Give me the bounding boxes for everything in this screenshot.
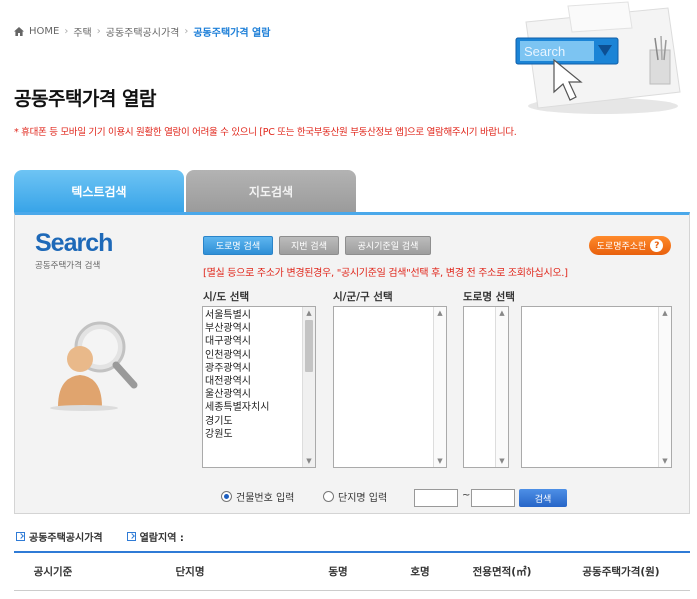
sido-option[interactable]: 서울특별시 <box>205 309 315 322</box>
column-area: 전용면적(㎡) <box>452 552 552 591</box>
road-initial-scrollbar[interactable]: ▲ ▼ <box>495 307 508 467</box>
building-number-radio-label: 건물번호 입력 <box>236 493 295 504</box>
home-icon[interactable] <box>14 27 24 36</box>
road-name-scrollbar[interactable]: ▲ ▼ <box>658 307 671 467</box>
region-info: 열람지역 : <box>126 529 184 544</box>
road-name-select[interactable]: ▲ ▼ <box>521 306 672 468</box>
column-base-date: 공시기준 <box>14 552 92 591</box>
search-panel: Search 공동주택가격 검색 도로명 검색 지번 검색 공시기준일 검색 도… <box>14 212 690 514</box>
building-number-sub-input[interactable] <box>471 489 515 507</box>
scroll-up-icon[interactable]: ▲ <box>496 307 508 319</box>
sigungu-scrollbar[interactable]: ▲ ▼ <box>433 307 446 467</box>
page-title: 공동주택가격 열람 <box>14 88 156 110</box>
tab-text-search[interactable]: 텍스트검색 <box>14 170 184 212</box>
radio-checked-icon[interactable] <box>221 491 232 502</box>
scroll-thumb[interactable] <box>305 320 313 372</box>
sido-option[interactable]: 부산광역시 <box>205 322 315 335</box>
breadcrumb: HOME › 주택 › 공동주택공시가격 › 공동주택가격 열람 <box>14 24 270 39</box>
tab-map-search[interactable]: 지도검색 <box>186 170 356 212</box>
help-icon: ? <box>650 239 664 252</box>
table-header-row: 공시기준 단지명 동명 호명 전용면적(㎡) 공동주택가격(원) <box>14 552 690 591</box>
range-separator: ~ <box>462 490 471 501</box>
lot-number-search-button[interactable]: 지번 검색 <box>279 236 339 255</box>
scroll-up-icon[interactable]: ▲ <box>303 307 315 319</box>
region-label: 열람지역 : <box>139 533 184 544</box>
road-initial-select[interactable]: ▲ ▼ <box>463 306 509 468</box>
sido-scrollbar[interactable]: ▲ ▼ <box>302 307 315 467</box>
building-number-main-input[interactable] <box>414 489 458 507</box>
complex-name-radio[interactable]: 단지명 입력 <box>323 489 387 504</box>
chevron-right-icon: › <box>96 26 101 37</box>
sido-option[interactable]: 인천광역시 <box>205 349 315 362</box>
building-number-radio[interactable]: 건물번호 입력 <box>221 489 294 504</box>
sido-select[interactable]: 서울특별시 부산광역시 대구광역시 인천광역시 광주광역시 대전광역시 울산광역… <box>202 306 316 468</box>
search-button[interactable]: 검색 <box>519 489 567 507</box>
scroll-down-icon[interactable]: ▼ <box>303 455 315 467</box>
sido-option[interactable]: 대전광역시 <box>205 375 315 388</box>
sido-option[interactable]: 광주광역시 <box>205 362 315 375</box>
complex-name-radio-label: 단지명 입력 <box>338 493 388 504</box>
sido-label: 시/도 선택 <box>203 291 250 303</box>
search-logo-word: Search <box>35 229 113 257</box>
sido-option[interactable]: 대구광역시 <box>205 335 315 348</box>
column-price: 공동주택가격(원) <box>552 552 690 591</box>
scroll-up-icon[interactable]: ▲ <box>434 307 446 319</box>
sido-option[interactable]: 강원도 <box>205 428 315 441</box>
radio-unchecked-icon[interactable] <box>323 491 334 502</box>
sido-option[interactable]: 세종특별자치시 <box>205 401 315 414</box>
search-tabs: 텍스트검색 지도검색 <box>14 170 690 212</box>
column-building: 동명 <box>288 552 388 591</box>
guide-button-label: 도로명주소란 <box>596 242 647 252</box>
chevron-right-icon: › <box>64 26 69 37</box>
search-illustration: Search <box>515 1 681 114</box>
chevron-right-icon: › <box>184 26 189 37</box>
person-search-icon <box>50 321 138 411</box>
road-address-guide-button[interactable]: 도로명주소란 ? <box>589 236 671 255</box>
mobile-notice: * 휴대폰 등 모바일 기기 이용시 원활한 열람이 어려울 수 있으니 [PC… <box>14 127 517 138</box>
scroll-down-icon[interactable]: ▼ <box>496 455 508 467</box>
scroll-down-icon[interactable]: ▼ <box>434 455 446 467</box>
breadcrumb-item-public-price[interactable]: 공동주택공시가격 <box>106 24 180 39</box>
bullet-box-icon <box>16 532 25 541</box>
sido-option[interactable]: 경기도 <box>205 415 315 428</box>
breadcrumb-home-link[interactable]: HOME <box>29 26 59 37</box>
public-price-info: 공동주택공시가격 <box>16 529 103 544</box>
road-label: 도로명 선택 <box>463 291 515 303</box>
result-table: 공시기준 단지명 동명 호명 전용면적(㎡) 공동주택가격(원) <box>14 551 690 591</box>
base-date-search-button[interactable]: 공시기준일 검색 <box>345 236 431 255</box>
scroll-down-icon[interactable]: ▼ <box>659 455 671 467</box>
column-complex-name: 단지명 <box>92 552 288 591</box>
road-name-search-button[interactable]: 도로명 검색 <box>203 236 273 255</box>
search-logo-subtitle: 공동주택가격 검색 <box>35 261 101 271</box>
scroll-up-icon[interactable]: ▲ <box>659 307 671 319</box>
breadcrumb-item-housing[interactable]: 주택 <box>73 24 91 39</box>
breadcrumb-current: 공동주택가격 열람 <box>193 28 271 39</box>
sigungu-select[interactable]: ▲ ▼ <box>333 306 447 468</box>
sido-option[interactable]: 울산광역시 <box>205 388 315 401</box>
bullet-box-icon <box>126 532 136 541</box>
column-unit: 호명 <box>388 552 452 591</box>
search-logo: Search 공동주택가격 검색 <box>35 229 113 272</box>
hero-search-text: Search <box>524 44 565 59</box>
result-info: 공동주택공시가격 열람지역 : <box>16 529 184 544</box>
address-change-note: [멸실 등으로 주소가 변경된경우, "공시기준일 검색"선택 후, 변경 전 … <box>203 268 568 279</box>
public-price-label: 공동주택공시가격 <box>29 533 103 544</box>
sigungu-label: 시/군/구 선택 <box>333 291 393 303</box>
